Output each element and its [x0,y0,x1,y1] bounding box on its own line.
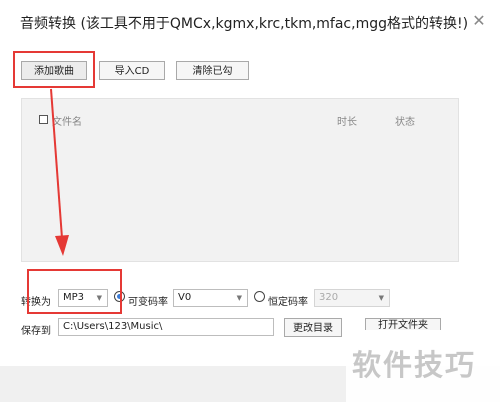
watermark-text: 软件技巧 [352,348,477,382]
